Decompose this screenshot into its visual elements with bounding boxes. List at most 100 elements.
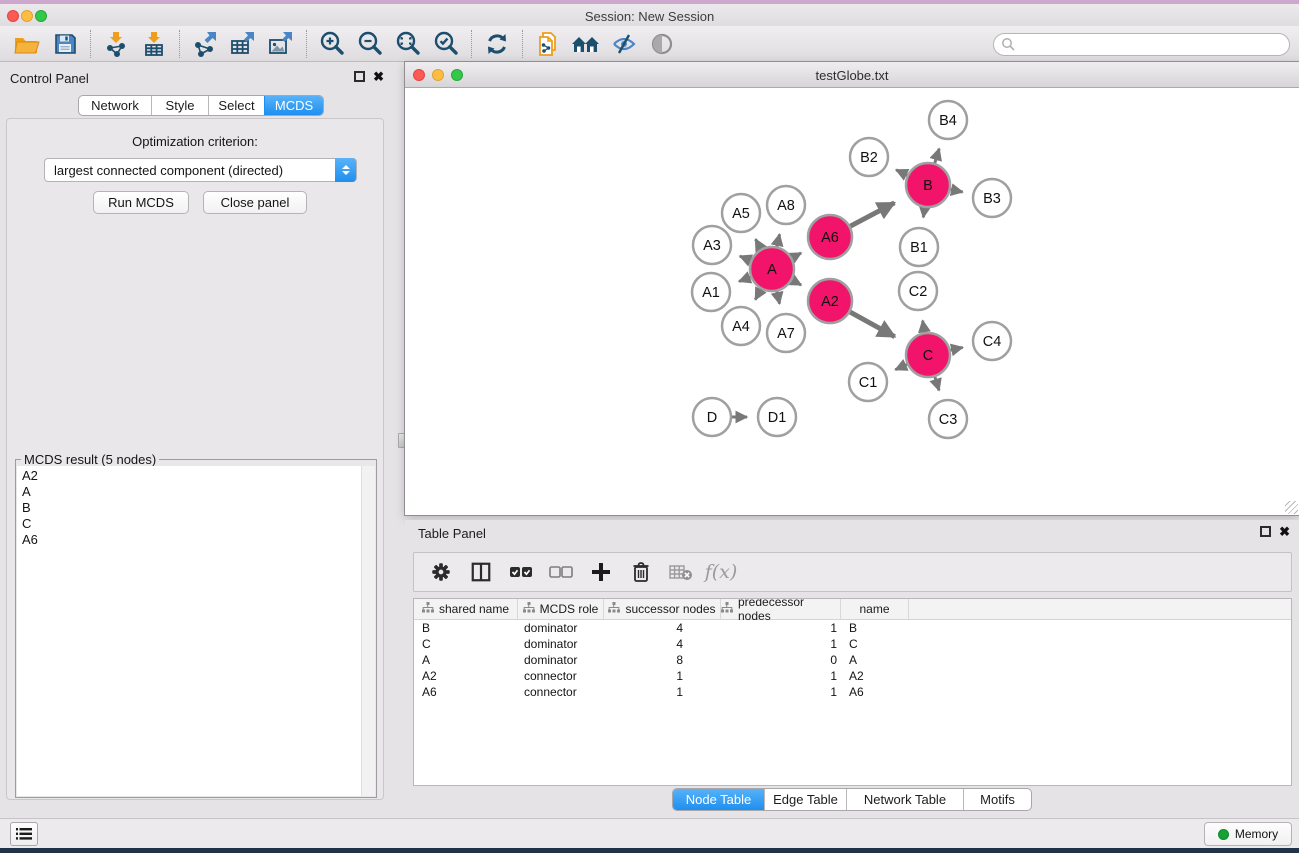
graph-node-D[interactable]: D bbox=[693, 398, 731, 436]
graph-node-A[interactable]: A bbox=[750, 247, 794, 291]
tab-node-table[interactable]: Node Table bbox=[673, 789, 764, 810]
tab-network[interactable]: Network bbox=[79, 96, 151, 115]
graph-node-C4[interactable]: C4 bbox=[973, 322, 1011, 360]
edge-A-A8[interactable] bbox=[777, 234, 780, 246]
graph-node-D1[interactable]: D1 bbox=[758, 398, 796, 436]
edge-C-C2[interactable] bbox=[923, 321, 925, 333]
edge-A6-B[interactable] bbox=[850, 203, 894, 226]
edge-C-C3[interactable] bbox=[935, 377, 939, 390]
import-table-icon[interactable] bbox=[135, 29, 173, 59]
result-item[interactable]: A2 bbox=[22, 468, 356, 484]
search-input[interactable] bbox=[993, 33, 1290, 56]
graph-node-A2[interactable]: A2 bbox=[808, 279, 852, 323]
home-icon[interactable] bbox=[567, 29, 605, 59]
table-cell[interactable]: C bbox=[841, 636, 909, 652]
export-table-icon[interactable] bbox=[224, 29, 262, 59]
copy-network-icon[interactable] bbox=[529, 29, 567, 59]
memory-button[interactable]: Memory bbox=[1204, 822, 1292, 846]
zoom-selected-icon[interactable] bbox=[427, 29, 465, 59]
close-panel-icon[interactable]: ✖ bbox=[373, 71, 384, 82]
table-row[interactable]: A2connector11A2 bbox=[414, 668, 1291, 684]
table-cell[interactable]: A6 bbox=[841, 684, 909, 700]
column-header-MCDS-role[interactable]: MCDS role bbox=[518, 599, 604, 619]
table-cell[interactable]: 1 bbox=[604, 668, 721, 684]
task-history-button[interactable] bbox=[10, 822, 38, 846]
table-cell[interactable]: 1 bbox=[721, 620, 841, 636]
column-browser-icon[interactable] bbox=[468, 559, 494, 585]
table-cell[interactable]: dominator bbox=[518, 652, 604, 668]
tab-select[interactable]: Select bbox=[208, 96, 264, 115]
result-item[interactable]: B bbox=[22, 500, 356, 516]
zoom-fit-icon[interactable] bbox=[389, 29, 427, 59]
table-cell[interactable]: A6 bbox=[414, 684, 518, 700]
column-header-name[interactable]: name bbox=[841, 599, 909, 619]
graph-node-A6[interactable]: A6 bbox=[808, 215, 852, 259]
function-builder-icon[interactable]: f(x) bbox=[708, 559, 734, 585]
graph-node-B2[interactable]: B2 bbox=[850, 138, 888, 176]
table-cell[interactable]: dominator bbox=[518, 636, 604, 652]
network-canvas[interactable]: B4B2BB3A8A5A6A3B1AA1C2A2A4A7C4CC1C3DD1 bbox=[406, 88, 1298, 514]
table-row[interactable]: Adominator80A bbox=[414, 652, 1291, 668]
close-panel-button[interactable]: Close panel bbox=[203, 191, 307, 214]
table-cell[interactable]: C bbox=[414, 636, 518, 652]
graph-node-A1[interactable]: A1 bbox=[692, 273, 730, 311]
graph-node-A7[interactable]: A7 bbox=[767, 314, 805, 352]
export-network-icon[interactable] bbox=[186, 29, 224, 59]
column-header-predecessor-nodes[interactable]: predecessor nodes bbox=[721, 599, 841, 619]
resize-grip[interactable] bbox=[1285, 501, 1298, 514]
column-header-shared-name[interactable]: shared name bbox=[414, 599, 518, 619]
table-cell[interactable]: 4 bbox=[604, 620, 721, 636]
table-cell[interactable]: 1 bbox=[604, 684, 721, 700]
graph-node-A4[interactable]: A4 bbox=[722, 307, 760, 345]
table-cell[interactable]: connector bbox=[518, 684, 604, 700]
edge-A-A2[interactable] bbox=[792, 280, 801, 285]
edge-B-B1[interactable] bbox=[923, 208, 924, 218]
table-cell[interactable]: A2 bbox=[414, 668, 518, 684]
edge-B-B3[interactable] bbox=[951, 190, 963, 192]
close-table-panel-icon[interactable]: ✖ bbox=[1279, 526, 1290, 537]
table-cell[interactable]: 4 bbox=[604, 636, 721, 652]
delete-column-icon[interactable] bbox=[628, 559, 654, 585]
optimization-dropdown[interactable]: largest connected component (directed) bbox=[44, 158, 357, 182]
export-image-icon[interactable] bbox=[262, 29, 300, 59]
tab-style[interactable]: Style bbox=[151, 96, 208, 115]
edge-A-A7[interactable] bbox=[777, 291, 780, 303]
edge-A-A6[interactable] bbox=[792, 253, 801, 258]
run-mcds-button[interactable]: Run MCDS bbox=[93, 191, 189, 214]
table-cell[interactable]: A bbox=[841, 652, 909, 668]
table-cell[interactable]: 1 bbox=[721, 684, 841, 700]
table-row[interactable]: Bdominator41B bbox=[414, 620, 1291, 636]
edge-A-A1[interactable] bbox=[739, 277, 750, 281]
graph-node-C3[interactable]: C3 bbox=[929, 400, 967, 438]
edge-C-C4[interactable] bbox=[950, 347, 962, 350]
zoom-out-icon[interactable] bbox=[351, 29, 389, 59]
hide-eye-icon[interactable] bbox=[605, 29, 643, 59]
tab-mcds[interactable]: MCDS bbox=[264, 96, 323, 115]
table-cell[interactable]: 0 bbox=[721, 652, 841, 668]
graph-node-B4[interactable]: B4 bbox=[929, 101, 967, 139]
result-scrollbar[interactable] bbox=[361, 466, 375, 796]
table-cell[interactable]: B bbox=[841, 620, 909, 636]
result-item[interactable]: A bbox=[22, 484, 356, 500]
gear-icon[interactable] bbox=[428, 559, 454, 585]
table-cell[interactable]: B bbox=[414, 620, 518, 636]
edge-A2-C[interactable] bbox=[850, 312, 895, 337]
tab-edge-table[interactable]: Edge Table bbox=[764, 789, 846, 810]
edge-B-B2[interactable] bbox=[896, 170, 907, 175]
float-panel-icon[interactable] bbox=[354, 71, 365, 82]
table-cell[interactable]: 8 bbox=[604, 652, 721, 668]
table-cell[interactable]: 1 bbox=[721, 636, 841, 652]
add-column-icon[interactable] bbox=[588, 559, 614, 585]
tab-motifs[interactable]: Motifs bbox=[963, 789, 1031, 810]
table-cell[interactable]: A2 bbox=[841, 668, 909, 684]
eye-icon[interactable] bbox=[643, 29, 681, 59]
table-cell[interactable]: 1 bbox=[721, 668, 841, 684]
graph-node-B3[interactable]: B3 bbox=[973, 179, 1011, 217]
graph-node-B1[interactable]: B1 bbox=[900, 228, 938, 266]
result-item[interactable]: A6 bbox=[22, 532, 356, 548]
float-table-panel-icon[interactable] bbox=[1260, 526, 1271, 537]
result-item[interactable]: C bbox=[22, 516, 356, 532]
edge-A-A3[interactable] bbox=[740, 256, 751, 260]
edge-C-C1[interactable] bbox=[895, 364, 907, 369]
edge-A-A4[interactable] bbox=[755, 289, 761, 299]
